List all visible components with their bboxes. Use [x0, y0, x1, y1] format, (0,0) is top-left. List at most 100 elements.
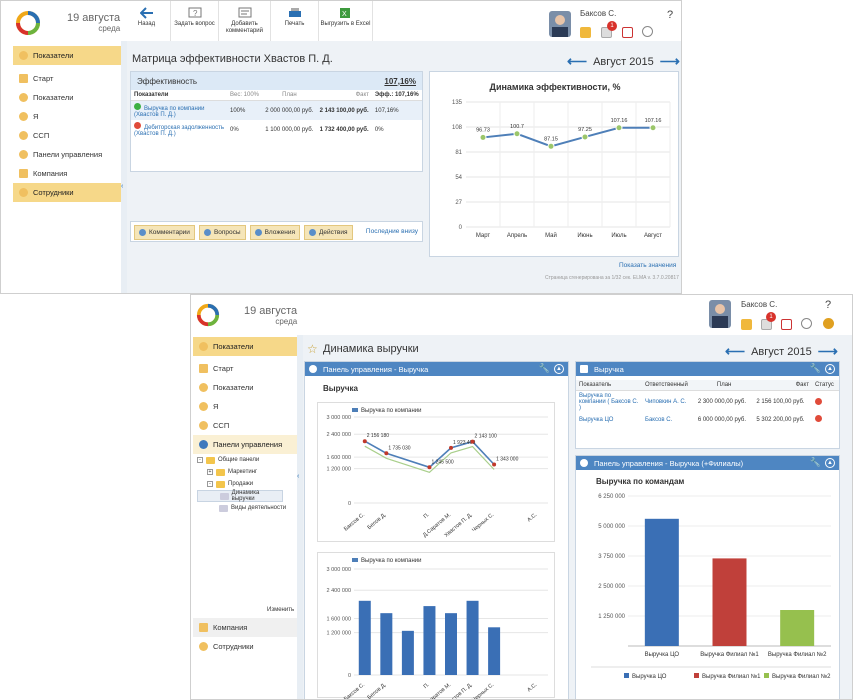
- efficiency-header: Эффективность 107,16%: [131, 72, 422, 90]
- chevron-down-icon[interactable]: [642, 26, 653, 37]
- collapse-up-icon[interactable]: ▲: [825, 364, 835, 374]
- panel-header: Панель управления - Выручка (+Филиалы) 🔧 ▲: [576, 456, 839, 470]
- table-row[interactable]: Выручка ЦО Баксов С. 6 000 000,00 руб. 5…: [576, 413, 839, 426]
- table-row[interactable]: Выручка по компании ( Баксов С. ) Чиповк…: [576, 391, 839, 414]
- attachments-button[interactable]: Вложения: [249, 225, 301, 240]
- help-icon[interactable]: ?: [667, 9, 673, 21]
- x-tick-label: Баксов С.: [343, 682, 366, 699]
- y-tick-label: 0: [348, 501, 351, 507]
- sidebar: Показатели Старт Показатели Я ССП Панели…: [193, 337, 297, 699]
- sidebar-item-company[interactable]: Компания: [13, 164, 121, 183]
- svg-text:?: ?: [193, 9, 198, 18]
- questions-icon: [203, 229, 211, 236]
- wrench-icon[interactable]: 🔧: [810, 363, 821, 374]
- tree-node-revenue-dynamics[interactable]: Динамика выручки: [197, 490, 283, 502]
- col-fact: Факт: [355, 92, 369, 98]
- bar: [488, 627, 501, 675]
- help-icon[interactable]: ?: [825, 299, 831, 311]
- company-icon: [19, 169, 28, 178]
- next-month-button[interactable]: ⟶: [660, 53, 680, 70]
- calendar-icon[interactable]: [622, 27, 633, 38]
- wrench-icon[interactable]: 🔧: [810, 457, 821, 468]
- change-link[interactable]: Изменить: [267, 607, 294, 613]
- y-tick-label: 2 400 000: [327, 432, 351, 438]
- chevron-down-icon[interactable]: [801, 318, 812, 329]
- expand-icon: +: [207, 469, 213, 475]
- data-label: 97.25: [578, 127, 592, 133]
- prev-month-button[interactable]: ⟵: [725, 343, 745, 360]
- sidebar-item-indicators-top[interactable]: Показатели: [193, 337, 297, 356]
- col-eff: Эфф.: 107,16%: [374, 92, 419, 98]
- page-footer: Страница сгенерирована за 1/32 сек. ELMA…: [545, 275, 679, 281]
- export-excel-button[interactable]: X Выгрузить в Excel: [319, 1, 373, 41]
- next-month-button[interactable]: ⟶: [818, 343, 838, 360]
- gear-icon[interactable]: [823, 318, 834, 329]
- sidebar-item-dashboards[interactable]: Панели управления: [13, 145, 121, 164]
- indicator-link[interactable]: Дебиторская задолженность (Хвастов П. Д.…: [134, 125, 224, 137]
- sidebar-item-indicators-top[interactable]: Показатели: [13, 46, 121, 65]
- tree-node-marketing[interactable]: + Маркетинг: [197, 466, 297, 478]
- sidebar-item-dashboards[interactable]: Панели управления: [193, 435, 297, 454]
- sidebar-item-ssp[interactable]: ССП: [193, 416, 297, 435]
- sidebar-item-me[interactable]: Я: [13, 107, 121, 126]
- table-header-row: Показатель Ответственный План Факт Стату…: [576, 380, 839, 391]
- sidebar-item-indicators[interactable]: Показатели: [13, 88, 121, 107]
- col-plan: План: [282, 92, 297, 98]
- print-button[interactable]: Печать: [271, 1, 319, 41]
- month-navigator: ⟵ Август 2015 ⟶: [725, 343, 838, 360]
- mail-icon[interactable]: [580, 27, 591, 38]
- mail-icon[interactable]: [741, 319, 752, 330]
- y-tick-label: 5 000 000: [598, 524, 625, 530]
- back-button[interactable]: Назад: [123, 1, 171, 41]
- indicator-link[interactable]: Выручка по компании (Хвастов П. Д.): [134, 106, 204, 118]
- user-avatar[interactable]: [549, 11, 571, 37]
- notification-badge: 1: [766, 312, 776, 322]
- data-label: 107.16: [611, 118, 628, 124]
- sidebar-item-indicators[interactable]: Показатели: [193, 378, 297, 397]
- data-label: 1 245 500: [431, 459, 453, 465]
- tree-node-common[interactable]: - Общие панели: [197, 454, 297, 466]
- x-tick-label: П.: [423, 682, 431, 690]
- panel-subtitle: Выручка: [323, 384, 358, 393]
- data-point: [513, 130, 521, 138]
- tree-node-sales[interactable]: - Продажи: [197, 478, 297, 490]
- y-tick-label: 1 600 000: [327, 616, 351, 622]
- legend-swatch: [764, 673, 769, 678]
- actions-button[interactable]: Действия: [304, 225, 353, 240]
- ask-question-button[interactable]: ? Задать вопрос: [171, 1, 219, 41]
- actions-icon: [309, 229, 317, 236]
- data-point: [362, 439, 367, 444]
- panel-header: Панель управления - Выручка 🔧 ▲: [305, 362, 568, 376]
- tree-node-activity[interactable]: Виды деятельности: [197, 502, 297, 514]
- questions-button[interactable]: Вопросы: [198, 225, 246, 240]
- favorite-star-icon[interactable]: ☆: [307, 342, 318, 356]
- sidebar-item-start[interactable]: Старт: [193, 359, 297, 378]
- wrench-icon[interactable]: 🔧: [539, 363, 550, 374]
- sidebar-item-employees[interactable]: Сотрудники: [193, 637, 297, 656]
- date: 19 августа: [67, 12, 121, 24]
- panel-icon: [580, 459, 588, 467]
- sidebar-item-start[interactable]: Старт: [13, 69, 121, 88]
- sidebar-item-company[interactable]: Компания: [193, 618, 297, 637]
- user-name[interactable]: Баксов С.: [580, 9, 616, 18]
- user-avatar[interactable]: [709, 300, 731, 328]
- recent-bottom-link[interactable]: Последние внизу: [366, 228, 418, 235]
- comments-button[interactable]: Комментарии: [134, 225, 195, 240]
- data-point: [384, 451, 389, 456]
- sidebar-item-employees[interactable]: Сотрудники: [13, 183, 121, 202]
- status-green-icon: [134, 103, 141, 110]
- add-comment-button[interactable]: Добавить комментарий: [219, 1, 271, 41]
- collapse-up-icon[interactable]: ▲: [554, 364, 564, 374]
- table-row[interactable]: Дебиторская задолженность (Хвастов П. Д.…: [131, 120, 422, 139]
- data-label: 107.16: [645, 118, 662, 124]
- user-name[interactable]: Баксов С.: [741, 300, 777, 309]
- sidebar-item-me[interactable]: Я: [193, 397, 297, 416]
- show-values-link[interactable]: Показать значения: [619, 262, 676, 269]
- date: 19 августа: [244, 305, 298, 317]
- collapse-up-icon[interactable]: ▲: [825, 458, 835, 468]
- prev-month-button[interactable]: ⟵: [567, 53, 587, 70]
- calendar-icon[interactable]: [781, 319, 792, 330]
- sidebar-item-ssp[interactable]: ССП: [13, 126, 121, 145]
- table-row[interactable]: Выручка по компании (Хвастов П. Д.) 100%…: [131, 100, 422, 120]
- legend-swatch: [694, 673, 699, 678]
